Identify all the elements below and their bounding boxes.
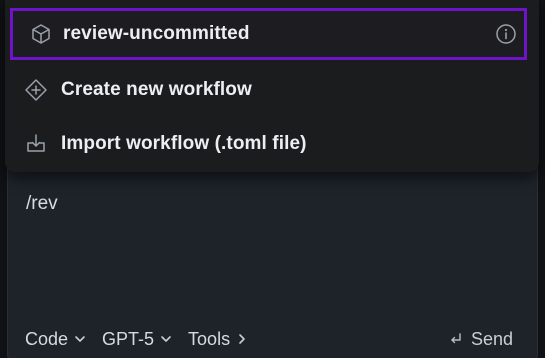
model-label: GPT-5 — [102, 328, 155, 349]
chevron-down-icon — [161, 336, 171, 342]
model-selector[interactable]: GPT-5 — [102, 329, 172, 350]
tools-label: Tools — [188, 328, 231, 349]
menu-item-create-workflow[interactable]: Create new workflow — [5, 63, 539, 117]
composer-toolbar: Code GPT-5 Tools Send — [8, 326, 537, 352]
menu-item-import-workflow[interactable]: Import workflow (.toml file) — [5, 117, 539, 171]
workflow-dropdown-menu: review-uncommitted Create new workflow I… — [5, 0, 539, 172]
tools-menu[interactable]: Tools — [188, 329, 248, 350]
mode-selector[interactable]: Code — [25, 329, 86, 350]
mode-label: Code — [25, 328, 69, 349]
cube-icon — [29, 22, 53, 46]
workflow-picker-screen: /rev Code GPT-5 Tools Send review-uncomm… — [0, 0, 545, 358]
import-icon — [24, 132, 48, 156]
info-icon[interactable] — [494, 22, 518, 46]
menu-item-label: review-uncommitted — [63, 23, 250, 44]
composer-panel: /rev Code GPT-5 Tools Send — [7, 150, 538, 358]
chevron-down-icon — [75, 336, 85, 342]
menu-item-label: Create new workflow — [61, 79, 252, 100]
composer-input[interactable]: /rev — [26, 193, 58, 215]
menu-item-review-uncommitted[interactable]: review-uncommitted — [10, 8, 527, 60]
send-label: Send — [470, 328, 513, 349]
menu-item-label: Import workflow (.toml file) — [61, 133, 307, 154]
enter-icon — [451, 333, 461, 344]
send-button[interactable]: Send — [449, 329, 513, 350]
chevron-right-icon — [239, 334, 245, 344]
diamond-plus-icon — [24, 78, 48, 102]
